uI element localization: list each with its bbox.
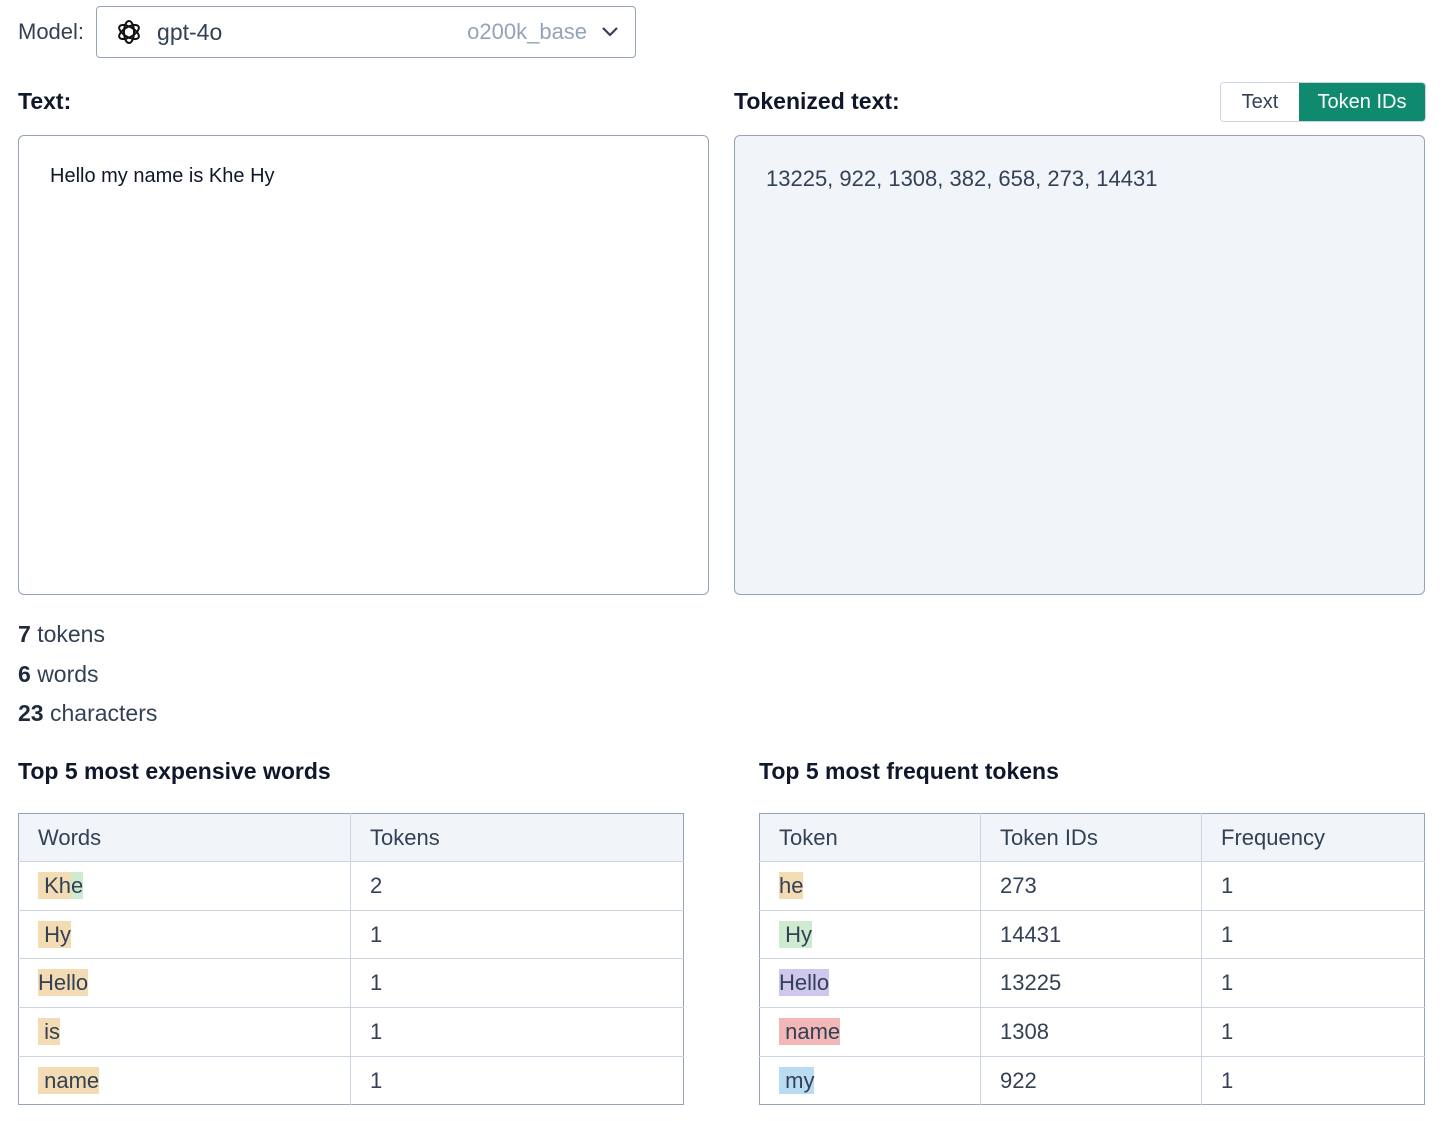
frequency-cell: 1 [1221, 1067, 1234, 1093]
frequent-tokens-table: Token Token IDs Frequency he 273 1 Hy 14431… [759, 813, 1425, 1106]
word-cell: is [18, 1007, 351, 1057]
table-row: Khe 2 [18, 861, 684, 911]
word-cell: Hy [18, 910, 351, 960]
token-highlight: Hy [38, 920, 71, 948]
token-highlight: is [38, 1017, 60, 1045]
token-count-cell: 1 [370, 1067, 383, 1093]
table-row: Hy 14431 1 [759, 910, 1425, 960]
text-input-value: Hello my name is Khe Hy [50, 165, 275, 187]
table-row: Hy 1 [18, 910, 684, 960]
token-id-cell: 1308 [980, 1007, 1202, 1057]
token-cell: name [759, 1007, 981, 1057]
model-encoding: o200k_base [467, 19, 588, 44]
token-id-cell: 14431 [980, 910, 1202, 960]
model-label: Model: [18, 19, 85, 44]
table-row: name 1308 1 [759, 1007, 1425, 1057]
token-cell: Hy [759, 910, 981, 960]
tokenized-output: 13225, 922, 1308, 382, 658, 273, 14431 [734, 135, 1425, 595]
table-row: Hello 1 [18, 958, 684, 1009]
model-row: Model: gpt-4o o200k_base [18, 6, 637, 58]
frequency-cell: 1 [1201, 861, 1425, 911]
column-header: Token IDs [980, 813, 1202, 862]
token-highlight: Hello [779, 969, 830, 997]
token-highlight: Hy [779, 920, 812, 948]
text-input[interactable]: Hello my name is Khe Hy [18, 135, 709, 595]
token-count-cell: 1 [350, 910, 684, 960]
model-name: gpt-4o [157, 18, 223, 45]
text-heading: Text: [18, 88, 72, 114]
table-row: Hello 13225 1 [759, 958, 1425, 1009]
openai-logo-icon [113, 16, 145, 48]
word-cell: name [18, 1056, 351, 1105]
chevron-down-icon[interactable] [599, 21, 621, 43]
frequency-cell: 1 [1201, 910, 1425, 960]
token-count-cell: 1 [350, 958, 684, 1009]
token-count-cell: 1 [350, 1007, 684, 1057]
expensive-words-table: Words Tokens Khe 2 Hy 1 Hello 1 is 1 name 1 [18, 813, 684, 1106]
frequent-tokens-title: Top 5 most frequent tokens [759, 758, 1059, 784]
word-cell: Hello [18, 958, 351, 1009]
token-id-cell: 922 [980, 1056, 1202, 1105]
model-select[interactable]: gpt-4o o200k_base [96, 6, 637, 58]
stats: 7 tokens 6 words 23 characters [18, 618, 157, 737]
table-row: my 922 1 [759, 1056, 1425, 1105]
column-header: Words [18, 813, 351, 862]
token-highlight: e [71, 871, 84, 899]
table-row: name 1 [18, 1056, 684, 1105]
toggle-text-button[interactable]: Text [1221, 83, 1299, 121]
tokenized-output-value: 13225, 922, 1308, 382, 658, 273, 14431 [766, 166, 1158, 191]
table-row: he 273 1 [759, 861, 1425, 911]
expensive-words-title: Top 5 most expensive words [18, 758, 331, 784]
column-header: Tokens [350, 813, 684, 862]
token-highlight: he [779, 871, 804, 899]
table-header-row: Token Token IDs Frequency [759, 813, 1425, 862]
toggle-token-ids-button[interactable]: Token IDs [1299, 83, 1425, 121]
character-count: 23 characters [18, 700, 158, 726]
token-count: 7 tokens [18, 621, 105, 647]
frequency-cell: 1 [1201, 958, 1425, 1009]
table-header-row: Words Tokens [18, 813, 684, 862]
token-cell: he [759, 861, 981, 911]
tokenized-heading: Tokenized text: [734, 88, 900, 114]
token-highlight: Hello [38, 969, 89, 997]
token-highlight: name [779, 1017, 841, 1045]
word-cell: Khe [18, 861, 351, 911]
frequency-cell: 1 [1201, 1007, 1425, 1057]
token-cell: my [759, 1056, 981, 1105]
token-id-cell: 273 [980, 861, 1202, 911]
token-cell: Hello [759, 958, 981, 1009]
column-header: Frequency [1201, 813, 1425, 862]
view-toggle: Text Token IDs [1220, 82, 1426, 122]
token-highlight: Kh [44, 871, 72, 899]
token-id-cell: 13225 [980, 958, 1202, 1009]
word-count: 6 words [18, 660, 99, 687]
column-header: Token [759, 813, 981, 862]
token-highlight: name [38, 1066, 100, 1094]
table-row: is 1 [18, 1007, 684, 1057]
token-count-cell: 2 [350, 861, 684, 911]
token-highlight: my [779, 1066, 815, 1094]
